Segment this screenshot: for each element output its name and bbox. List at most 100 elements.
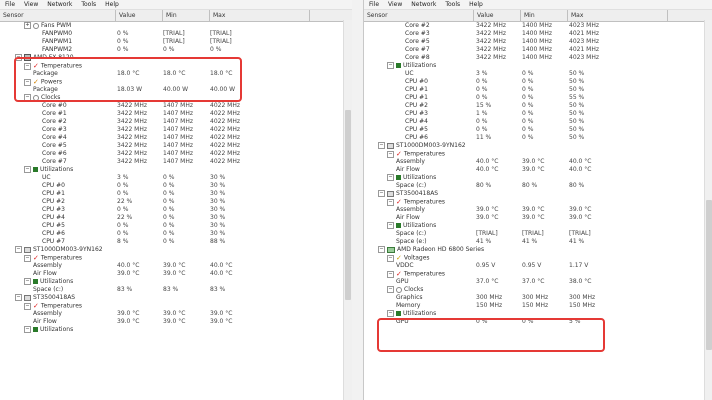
collapse-toggle[interactable]: − bbox=[15, 246, 22, 253]
sensor-row[interactable]: − ✓ Temperatures bbox=[364, 198, 712, 206]
collapse-toggle[interactable]: − bbox=[387, 174, 394, 181]
menu-item[interactable]: Network bbox=[411, 1, 436, 8]
sensor-row[interactable]: Core #3 3422 MHz 1400 MHz 4021 MHz bbox=[364, 30, 712, 38]
sensor-row[interactable]: Core #0 3422 MHz 1407 MHz 4022 MHz bbox=[0, 102, 352, 110]
scrollbar-thumb[interactable] bbox=[706, 200, 712, 350]
sensor-row[interactable]: Core #2 3422 MHz 1400 MHz 4023 MHz bbox=[364, 22, 712, 30]
sensor-row[interactable]: − Utilizations bbox=[364, 222, 712, 230]
sensor-row[interactable]: − Utilizations bbox=[0, 278, 352, 286]
sensor-row[interactable]: Air Flow 40.0 °C 39.0 °C 40.0 °C bbox=[364, 166, 712, 174]
collapse-toggle[interactable]: − bbox=[378, 246, 385, 253]
sensor-row[interactable]: Air Flow 39.0 °C 39.0 °C 40.0 °C bbox=[0, 270, 352, 278]
sensor-row[interactable]: CPU #6 0 % 0 % 30 % bbox=[0, 230, 352, 238]
sensor-row[interactable]: Core #6 3422 MHz 1407 MHz 4022 MHz bbox=[0, 150, 352, 158]
sensor-row[interactable]: − Utilizations bbox=[0, 166, 352, 174]
sensor-row[interactable]: CPU #7 8 % 0 % 88 % bbox=[0, 238, 352, 246]
menu-item[interactable]: File bbox=[369, 1, 379, 8]
sensor-row[interactable]: − Utilizations bbox=[0, 326, 352, 334]
sensor-row[interactable]: FANPWM1 0 % [TRIAL] [TRIAL] bbox=[0, 38, 352, 46]
sensor-row[interactable]: CPU #6 11 % 0 % 50 % bbox=[364, 134, 712, 142]
column-header-min[interactable]: Min bbox=[521, 10, 568, 21]
column-header-min[interactable]: Min bbox=[163, 10, 210, 21]
menu-item[interactable]: Help bbox=[105, 1, 119, 8]
sensor-row[interactable]: CPU #2 22 % 0 % 30 % bbox=[0, 198, 352, 206]
sensor-row[interactable]: − ST3500418AS bbox=[364, 190, 712, 198]
sensor-row[interactable]: CPU #1 0 % 0 % 50 % bbox=[364, 86, 712, 94]
sensor-row[interactable]: GPU 37.0 °C 37.0 °C 38.0 °C bbox=[364, 278, 712, 286]
sensor-row[interactable]: Core #2 3422 MHz 1407 MHz 4022 MHz bbox=[0, 118, 352, 126]
menu-item[interactable]: Tools bbox=[81, 1, 96, 8]
sensor-row[interactable]: Core #7 3422 MHz 1400 MHz 4021 MHz bbox=[364, 46, 712, 54]
sensor-row[interactable]: Graphics 300 MHz 300 MHz 300 MHz bbox=[364, 294, 712, 302]
collapse-toggle[interactable]: − bbox=[387, 270, 394, 278]
sensor-row[interactable]: − ✓ Temperatures bbox=[364, 150, 712, 158]
sensor-row[interactable]: CPU #0 0 % 0 % 50 % bbox=[364, 78, 712, 86]
sensor-row[interactable]: − ST1000DM003-9YN162 bbox=[0, 246, 352, 254]
sensor-row[interactable]: Assembly 40.0 °C 39.0 °C 40.0 °C bbox=[0, 262, 352, 270]
collapse-toggle[interactable]: − bbox=[15, 294, 22, 301]
sensor-row[interactable]: Space (c:) 80 % 80 % 80 % bbox=[364, 182, 712, 190]
sensor-row[interactable]: − Clocks bbox=[364, 286, 712, 294]
sensor-row[interactable]: Core #5 3422 MHz 1407 MHz 4022 MHz bbox=[0, 142, 352, 150]
menu-item[interactable]: File bbox=[5, 1, 15, 8]
sensor-row[interactable]: Core #8 3422 MHz 1400 MHz 4023 MHz bbox=[364, 54, 712, 62]
sensor-row[interactable]: FANPWM2 0 % 0 % 0 % bbox=[0, 46, 352, 54]
sensor-row[interactable]: CPU #1 0 % 0 % 55 % bbox=[364, 94, 712, 102]
sensor-row[interactable]: FANPWM0 0 % [TRIAL] [TRIAL] bbox=[0, 30, 352, 38]
sensor-row[interactable]: − ✓ Temperatures bbox=[0, 254, 352, 262]
sensor-row[interactable]: Air Flow 39.0 °C 39.0 °C 39.0 °C bbox=[0, 318, 352, 326]
sensor-row[interactable]: CPU #3 1 % 0 % 50 % bbox=[364, 110, 712, 118]
sensor-row[interactable]: Air Flow 39.0 °C 39.0 °C 39.0 °C bbox=[364, 214, 712, 222]
sensor-row[interactable]: CPU #4 0 % 0 % 50 % bbox=[364, 118, 712, 126]
collapse-toggle[interactable]: − bbox=[387, 198, 394, 206]
sensor-row[interactable]: Space (e:) 41 % 41 % 41 % bbox=[364, 238, 712, 246]
collapse-toggle[interactable]: − bbox=[387, 222, 394, 229]
column-header-max[interactable]: Max bbox=[210, 10, 310, 21]
collapse-toggle[interactable]: − bbox=[387, 150, 394, 158]
sensor-row[interactable]: − Utilizations bbox=[364, 174, 712, 182]
sensor-row[interactable]: Core #3 3422 MHz 1407 MHz 4022 MHz bbox=[0, 126, 352, 134]
sensor-row[interactable]: − ST1000DM003-9YN162 bbox=[364, 142, 712, 150]
collapse-toggle[interactable]: − bbox=[378, 142, 385, 149]
sensor-row[interactable]: Assembly 39.0 °C 39.0 °C 39.0 °C bbox=[364, 206, 712, 214]
column-header-sensor[interactable]: Sensor bbox=[364, 10, 474, 21]
sensor-row[interactable]: Space (c:) 83 % 83 % 83 % bbox=[0, 286, 352, 294]
sensor-row[interactable]: Core #5 3422 MHz 1400 MHz 4023 MHz bbox=[364, 38, 712, 46]
collapse-toggle[interactable]: − bbox=[387, 310, 394, 317]
collapse-toggle[interactable]: − bbox=[24, 166, 31, 173]
sensor-row[interactable]: VDDC 0.95 V 0.95 V 1.17 V bbox=[364, 262, 712, 270]
sensor-row[interactable]: CPU #2 15 % 0 % 50 % bbox=[364, 102, 712, 110]
sensor-row[interactable]: Space (c:) [TRIAL] [TRIAL] [TRIAL] bbox=[364, 230, 712, 238]
menu-item[interactable]: Tools bbox=[445, 1, 460, 8]
collapse-toggle[interactable]: − bbox=[387, 286, 394, 293]
collapse-toggle[interactable]: − bbox=[387, 254, 394, 262]
sensor-row[interactable]: − ✓ Temperatures bbox=[0, 302, 352, 310]
sensor-row[interactable]: CPU #1 0 % 0 % 30 % bbox=[0, 190, 352, 198]
collapse-toggle[interactable]: − bbox=[24, 254, 31, 262]
column-header-sensor[interactable]: Sensor bbox=[0, 10, 116, 21]
sensor-row[interactable]: UC 3 % 0 % 30 % bbox=[0, 174, 352, 182]
column-header-value[interactable]: Value bbox=[474, 10, 521, 21]
column-header-value[interactable]: Value bbox=[116, 10, 163, 21]
collapse-toggle[interactable]: − bbox=[24, 326, 31, 333]
vertical-scrollbar[interactable] bbox=[704, 20, 712, 400]
sensor-row[interactable]: Memory 150 MHz 150 MHz 150 MHz bbox=[364, 302, 712, 310]
sensor-row[interactable]: − ST3500418AS bbox=[0, 294, 352, 302]
expand-toggle[interactable]: + bbox=[24, 22, 31, 29]
sensor-row[interactable]: Core #1 3422 MHz 1407 MHz 4022 MHz bbox=[0, 110, 352, 118]
sensor-row[interactable]: CPU #5 0 % 0 % 50 % bbox=[364, 126, 712, 134]
sensor-row[interactable]: CPU #4 22 % 0 % 30 % bbox=[0, 214, 352, 222]
menu-item[interactable]: View bbox=[388, 1, 402, 8]
sensor-row[interactable]: − AMD Radeon HD 6800 Series bbox=[364, 246, 712, 254]
collapse-toggle[interactable]: − bbox=[387, 62, 394, 69]
collapse-toggle[interactable]: − bbox=[378, 190, 385, 197]
sensor-row[interactable]: − ✓ Temperatures bbox=[364, 270, 712, 278]
sensor-row[interactable]: − Utilizations bbox=[364, 62, 712, 70]
column-header-max[interactable]: Max bbox=[568, 10, 668, 21]
menu-item[interactable]: Help bbox=[469, 1, 483, 8]
sensor-row[interactable]: − ✓ Voltages bbox=[364, 254, 712, 262]
sensor-row[interactable]: − Utilizations bbox=[364, 310, 712, 318]
collapse-toggle[interactable]: − bbox=[24, 302, 31, 310]
sensor-row[interactable]: CPU #0 0 % 0 % 30 % bbox=[0, 182, 352, 190]
scrollbar-thumb[interactable] bbox=[345, 110, 351, 300]
